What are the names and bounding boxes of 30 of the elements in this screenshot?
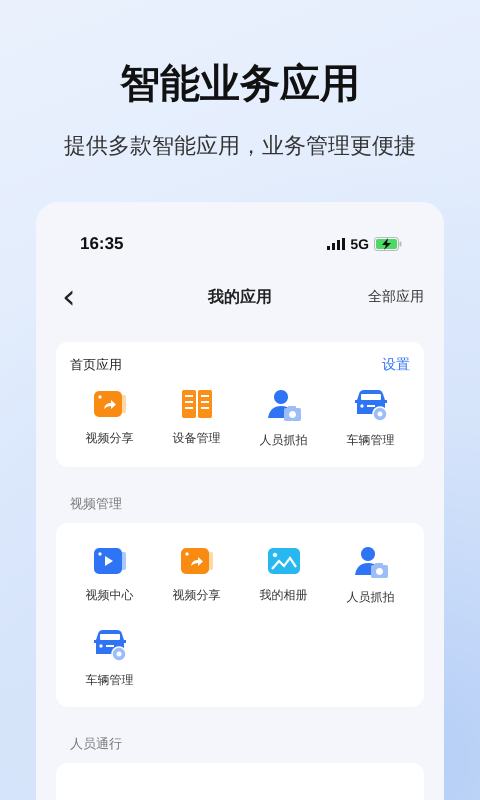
headline: 智能业务应用 <box>118 60 361 109</box>
video-share-icon[interactable] <box>178 545 214 577</box>
battery-icon <box>374 237 402 251</box>
app-label[interactable]: 视频中心 <box>86 587 134 604</box>
app-label[interactable]: 视频分享 <box>172 587 220 604</box>
settings-link[interactable]: 设置 <box>382 356 410 374</box>
app-label[interactable]: 设备管理 <box>172 430 220 447</box>
subtitle: 提供多款智能应用，业务管理更便捷 <box>63 133 417 161</box>
car-icon[interactable] <box>352 388 388 422</box>
app-label[interactable]: 车辆管理 <box>346 432 394 449</box>
section-title: 视频管理 <box>70 496 123 513</box>
app-label[interactable]: 人员抓拍 <box>346 589 394 606</box>
video-icon[interactable] <box>92 545 128 577</box>
page-title: 我的应用 <box>208 286 272 308</box>
all-apps-link[interactable]: 全部应用 <box>368 288 424 306</box>
car-icon[interactable] <box>92 628 128 662</box>
video-share-icon[interactable] <box>92 388 128 420</box>
signal-icon <box>327 238 346 250</box>
app-label[interactable]: 视频分享 <box>86 430 134 447</box>
person-camera-icon[interactable] <box>266 388 302 422</box>
person-camera-icon[interactable] <box>352 545 388 579</box>
status-time: 16:35 <box>80 234 124 254</box>
picture-album-icon[interactable] <box>266 545 302 577</box>
app-label[interactable]: 车辆管理 <box>86 672 134 689</box>
app-label[interactable]: 人员抓拍 <box>260 432 308 449</box>
app-label[interactable]: 我的相册 <box>260 587 308 604</box>
network-label: 5G <box>350 236 369 252</box>
back-button[interactable]: ‹ <box>56 282 82 312</box>
section-title: 首页应用 <box>70 357 122 374</box>
section-title: 人员通行 <box>70 736 123 753</box>
